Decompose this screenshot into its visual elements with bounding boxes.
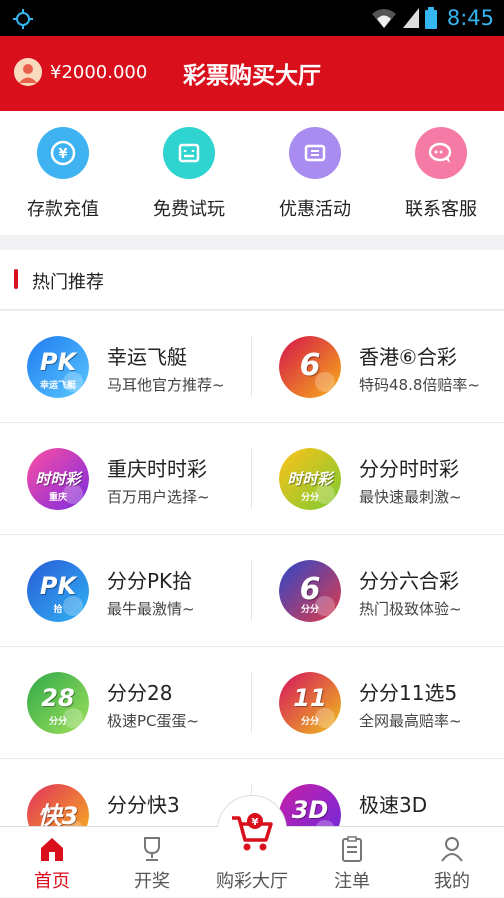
trophy-icon: [144, 837, 160, 861]
tab-orders[interactable]: 注单: [302, 827, 402, 898]
game-description: 百万用户选择~: [107, 488, 210, 506]
svg-text:¥: ¥: [252, 817, 259, 828]
tab-label: 我的: [434, 871, 470, 892]
game-description: 马耳他官方推荐~: [107, 376, 225, 394]
game-name: 分分时时彩: [359, 457, 459, 481]
clock: 8:45: [446, 6, 494, 30]
game-logo-icon: 时时彩 分分: [279, 448, 341, 510]
page-title: 彩票购买大厅: [183, 63, 321, 89]
game-item[interactable]: 28 分分 分分28 极速PC蛋蛋~: [0, 647, 252, 759]
promotions-button[interactable]: 优惠活动: [252, 127, 378, 227]
game-description: 全网最高赔率~: [359, 712, 462, 730]
game-description: 最牛最激情~: [107, 600, 195, 618]
game-name: 极速3D: [359, 793, 428, 817]
gps-icon: [13, 9, 33, 29]
game-logo-subtext: 分分: [48, 717, 67, 727]
game-logo-icon: PK 拾: [27, 560, 89, 622]
game-list: PK 幸运飞艇 幸运飞艇 马耳他官方推荐~ 6 香港⑥合彩 特码48.8倍赔率~ 时时彩 重庆重…: [0, 311, 504, 826]
game-item[interactable]: 时时彩 分分 分分时时彩 最快速最刺激~: [252, 423, 504, 535]
cart-icon[interactable]: ¥: [228, 808, 276, 856]
tab-label: 购彩大厅: [216, 871, 288, 892]
game-logo-subtext: 幸运飞艇: [39, 381, 76, 391]
game-name: 重庆时时彩: [107, 457, 207, 481]
game-logo-subtext: 重庆: [48, 493, 67, 503]
game-name: 分分28: [107, 681, 173, 705]
game-name: 分分PK拾: [107, 569, 193, 593]
game-description: 最快速最刺激~: [359, 488, 462, 506]
game-logo-subtext: 分分: [300, 605, 319, 615]
game-logo-icon: 3D: [279, 784, 341, 826]
clipboard-icon: [342, 836, 362, 862]
game-description: 热门极致体验~: [359, 600, 462, 618]
ticket-icon: [289, 127, 341, 179]
game-logo-text: PK: [39, 348, 77, 376]
game-item[interactable]: PK 拾 分分PK拾最牛最激情~: [0, 535, 252, 647]
game-item[interactable]: 快3 分分快3: [0, 759, 252, 826]
game-logo-icon: 11 分分: [279, 672, 341, 734]
game-logo-subtext: 拾: [53, 605, 63, 615]
game-row: PK 拾 分分PK拾最牛最激情~ 6 分分 分分六合彩热门极致体验~: [0, 535, 504, 647]
game-description: 极速PC蛋蛋~: [107, 712, 200, 730]
game-logo-subtext: 分分: [300, 717, 319, 727]
tab-label: 首页: [34, 871, 70, 892]
tab-label: 开奖: [134, 871, 170, 892]
game-logo-text: 6: [299, 348, 321, 383]
chat-icon: [415, 127, 467, 179]
deposit-button[interactable]: ¥ 存款充值: [0, 127, 126, 227]
svg-text:¥: ¥: [58, 147, 67, 162]
game-item[interactable]: 6 香港⑥合彩特码48.8倍赔率~: [252, 311, 504, 423]
battery-icon: [424, 7, 437, 29]
yen-deposit-icon: ¥: [37, 127, 89, 179]
game-logo-icon: 28 分分: [27, 672, 89, 734]
controller-icon: [163, 127, 215, 179]
game-logo-icon: 6: [279, 336, 341, 398]
signal-icon: [402, 8, 419, 28]
game-name: 幸运飞艇: [107, 345, 187, 369]
home-icon: [41, 838, 63, 861]
tab-label: 注单: [334, 871, 370, 892]
game-row: 28 分分 分分28 极速PC蛋蛋~ 11 分分 分分11选5 全网最高赔率~: [0, 647, 504, 759]
section-accent-bar: [14, 269, 18, 289]
tab-profile[interactable]: 我的: [402, 827, 502, 898]
game-logo-icon: 6 分分: [279, 560, 341, 622]
quick-label: 存款充值: [27, 199, 99, 220]
game-description: 特码48.8倍赔率~: [359, 376, 480, 394]
game-logo-text: PK: [39, 572, 77, 600]
game-logo-subtext: 分分: [300, 493, 319, 503]
game-row: PK 幸运飞艇 幸运飞艇 马耳他官方推荐~ 6 香港⑥合彩 特码48.8倍赔率~: [0, 311, 504, 423]
free-trial-button[interactable]: 免费试玩: [126, 127, 252, 227]
quick-label: 免费试玩: [153, 199, 225, 220]
game-logo-text: 11: [293, 684, 327, 712]
game-item[interactable]: 11 分分 分分11选5 全网最高赔率~: [252, 647, 504, 759]
game-item[interactable]: 3D 极速3D: [252, 759, 504, 826]
section-title: 热门推荐: [32, 272, 104, 293]
game-name: 香港⑥合彩: [359, 345, 457, 369]
quick-actions: ¥ 存款充值 免费试玩 优惠活动 联系客服: [0, 111, 504, 235]
game-logo-icon: PK 幸运飞艇: [27, 336, 89, 398]
game-name: 分分六合彩: [359, 569, 459, 593]
game-item[interactable]: PK 幸运飞艇 幸运飞艇 马耳他官方推荐~: [0, 311, 252, 423]
game-item[interactable]: 时时彩 重庆 重庆时时彩 百万用户选择~: [0, 423, 252, 535]
hot-recommend-header: 热门推荐: [0, 250, 504, 310]
tab-home[interactable]: 首页: [2, 827, 102, 898]
game-name: 分分11选5: [359, 681, 458, 705]
customer-service-button[interactable]: 联系客服: [378, 127, 504, 227]
game-logo-text: 快3: [37, 802, 79, 826]
quick-label: 联系客服: [405, 199, 477, 220]
game-name: 分分快3: [107, 793, 180, 817]
quick-label: 优惠活动: [279, 199, 351, 220]
game-logo-icon: 时时彩 重庆: [27, 448, 89, 510]
game-logo-text: 时时彩: [35, 470, 81, 488]
status-bar: 8:45: [0, 0, 504, 36]
game-row: 时时彩 重庆 重庆时时彩 百万用户选择~ 时时彩 分分 分分时时彩 最快速最刺激~: [0, 423, 504, 535]
game-logo-text: 28: [41, 684, 75, 712]
game-logo-text: 3D: [291, 796, 329, 824]
game-logo-icon: 快3: [27, 784, 89, 826]
app-header: ¥2000.000 彩票购买大厅: [0, 36, 504, 111]
game-logo-text: 时时彩: [287, 470, 333, 488]
game-item[interactable]: 6 分分 分分六合彩热门极致体验~: [252, 535, 504, 647]
wifi-icon: [371, 9, 396, 28]
tab-draw-results[interactable]: 开奖: [102, 827, 202, 898]
user-icon: [441, 837, 463, 862]
